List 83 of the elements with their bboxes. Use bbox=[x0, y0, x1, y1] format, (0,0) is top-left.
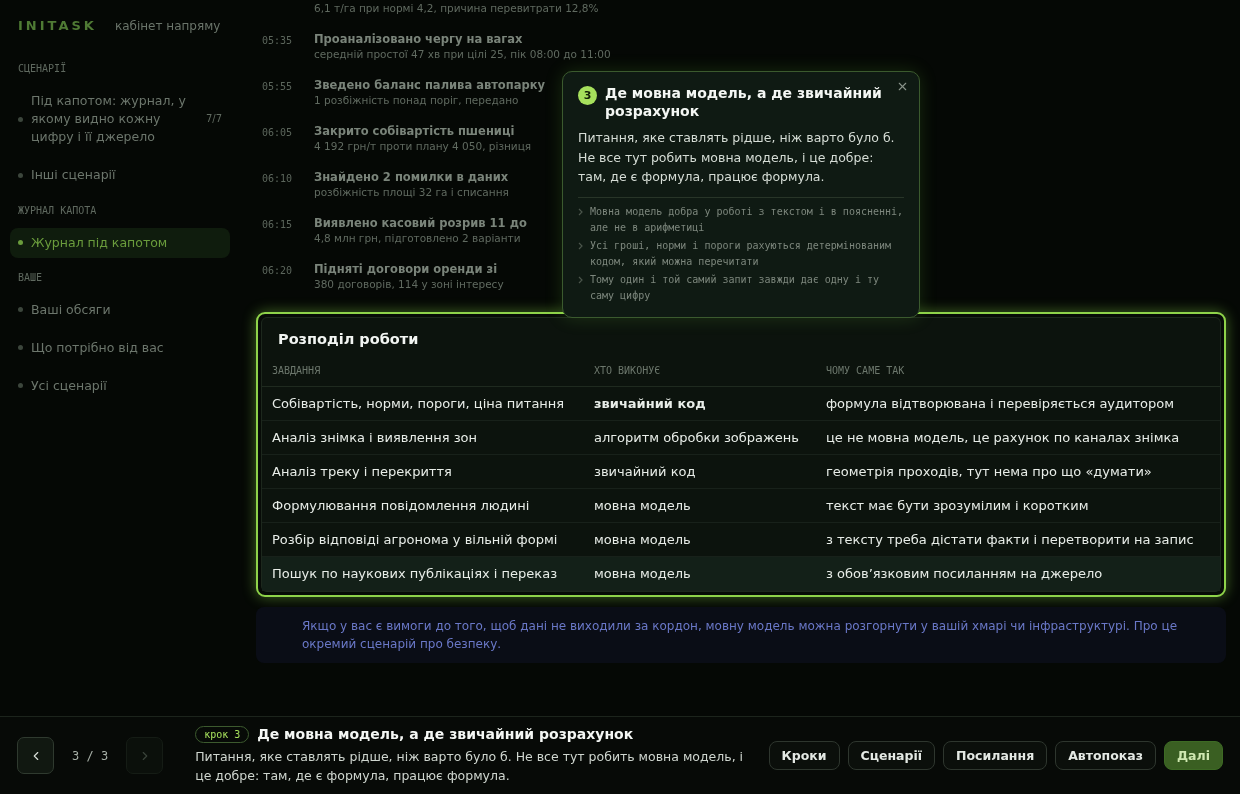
log-title: Підняті договори оренди зі bbox=[314, 262, 499, 276]
previous-button[interactable] bbox=[17, 737, 54, 774]
table-cell: Собівартість, норми, пороги, ціна питання bbox=[262, 387, 584, 421]
item-count: 7/7 bbox=[205, 111, 222, 126]
item-label: Що потрібно від вас bbox=[31, 338, 165, 357]
sidebar-item[interactable]: Журнал під капотом bbox=[10, 227, 230, 258]
popover-title: Де мовна модель, а де звичайний розрахунок bbox=[605, 84, 883, 121]
bullet-icon bbox=[18, 240, 23, 246]
item-label: Журнал під капотом bbox=[31, 233, 169, 252]
chevron-icon bbox=[578, 275, 584, 284]
log-note: 4 192 грн/т проти плану 4 050, різниця bbox=[314, 140, 533, 152]
table-cell: алгоритм обробки зображень bbox=[584, 421, 816, 455]
log-time: 06:20 bbox=[262, 264, 292, 278]
table-cell: це не мовна модель, це рахунок по каналах знімка bbox=[816, 421, 1220, 455]
log-title: Виявлено касовий розрив 11 до bbox=[314, 216, 528, 230]
tour-button[interactable]: Посилання bbox=[943, 741, 1048, 770]
log-note: 6,1 т/га при нормі 4,2, причина перевитрати 12,8% bbox=[314, 2, 599, 14]
log-title: Зведено баланс палива автопарку bbox=[314, 78, 546, 92]
column-header: ЧОМУ САМЕ ТАК bbox=[816, 355, 1220, 387]
table-cell: з обов’язковим посиланням на джерело bbox=[816, 557, 1220, 591]
item-label: Усі сценарії bbox=[31, 376, 108, 395]
popover-point: Тому один і той самий запит завжди дає одну і ту саму цифру bbox=[590, 272, 880, 303]
tour-button[interactable]: Сценарії bbox=[847, 741, 936, 770]
popover-text: Питання, яке ставлять рідше, ніж варто було б. Не все тут робить мовна модель, і це добре: там, де є формула, працює формула. bbox=[578, 129, 896, 187]
bullet-icon bbox=[18, 383, 23, 389]
chevron-icon bbox=[578, 207, 584, 216]
section-title: СЦЕНАРІЇ bbox=[17, 61, 68, 76]
log-note: 380 договорів, 114 у зоні інтересу bbox=[314, 278, 505, 290]
close-icon bbox=[896, 80, 909, 93]
bullet-icon bbox=[18, 116, 23, 122]
log-title: Знайдено 2 помилки в даних bbox=[314, 170, 510, 184]
sidebar-item[interactable]: Інші сценарії bbox=[10, 160, 230, 191]
log-title: Проаналізовано чергу на вагах bbox=[314, 32, 524, 46]
sidebar-item[interactable]: Що потрібно від вас bbox=[10, 332, 230, 363]
step-counter: 3 / 3 bbox=[72, 748, 109, 763]
brand-logo: INITASK bbox=[18, 18, 97, 33]
bullet-icon bbox=[18, 307, 23, 313]
tour-button[interactable]: Кроки bbox=[768, 741, 840, 770]
close-button[interactable] bbox=[896, 80, 909, 93]
log-time: 05:35 bbox=[262, 34, 292, 48]
log-time: 06:05 bbox=[262, 126, 292, 140]
table-cell: Аналіз треку і перекриття bbox=[262, 455, 584, 489]
step-title: Де мовна модель, а де звичайний розрахунок bbox=[257, 726, 634, 743]
log-note: 4,8 млн грн, підготовлено 2 варіанти bbox=[314, 232, 522, 244]
table-cell: мовна модель bbox=[584, 489, 816, 523]
item-label: Під капотом: журнал, у якому видно кожну цифру і її джерело bbox=[31, 92, 187, 147]
card-title: Розподіл роботи bbox=[277, 330, 420, 349]
table-cell: звичайний код bbox=[584, 455, 816, 489]
sidebar-item[interactable]: Ваші обсяги bbox=[10, 294, 230, 325]
table-cell: звичайний код bbox=[584, 387, 816, 421]
table-cell: мовна модель bbox=[584, 557, 816, 591]
log-title: Закрито собівартість пшениці bbox=[314, 124, 516, 138]
item-label: Інші сценарії bbox=[31, 166, 117, 185]
column-header: ЗАВДАННЯ bbox=[262, 355, 584, 387]
info-note: Якщо у вас є вимоги до того, щоб дані не виходили за кордон, мовну модель можна розгорнути у вашій хмарі чи інфраструктурі. Про це окремий сценарій про безпеку. bbox=[256, 607, 1226, 663]
log-time: 05:55 bbox=[262, 80, 292, 94]
column-header: ХТО ВИКОНУЄ bbox=[584, 355, 816, 387]
table-cell: формула відтворювана і перевіряється аудитором bbox=[816, 387, 1220, 421]
popover-point: Усі гроші, норми і пороги рахуються детермінованим кодом, який можна перечитати bbox=[590, 238, 893, 269]
table-cell: Аналіз знімка і виявлення зон bbox=[262, 421, 584, 455]
log-time: 06:15 bbox=[262, 218, 292, 232]
sidebar-item[interactable]: Усі сценарії bbox=[10, 370, 230, 401]
step-description: Питання, яке ставлять рідше, ніж варто було б. Не все тут робить мовна модель, і це добре: там, де є формула, працює формула. bbox=[195, 747, 745, 785]
table-cell: Формулювання повідомлення людині bbox=[262, 489, 584, 523]
log-note: 1 розбіжність понад поріг, передано bbox=[314, 94, 520, 106]
sidebar-item[interactable]: Під капотом: журнал, у якому видно кожну цифру і її джерело 7/7 bbox=[10, 86, 230, 153]
tour-button[interactable]: Автопоказ bbox=[1055, 741, 1156, 770]
section-title: ЖУРНАЛ КАПОТА bbox=[17, 203, 98, 218]
bullet-icon bbox=[18, 172, 23, 178]
step-number: 3 bbox=[578, 86, 597, 105]
chevron-icon bbox=[578, 241, 584, 250]
brand-subtitle: кабінет напряму bbox=[114, 19, 221, 33]
bullet-icon bbox=[18, 345, 23, 351]
table-cell: текст має бути зрозумілим і коротким bbox=[816, 489, 1220, 523]
item-label: Ваші обсяги bbox=[31, 300, 112, 319]
log-time: 06:10 bbox=[262, 172, 292, 186]
table-cell: геометрія проходів, тут нема про що «думати» bbox=[816, 455, 1220, 489]
popover-point: Мовна модель добра у роботі з текстом і в поясненні, але не в арифметиці bbox=[590, 204, 904, 235]
log-note: середній простої 47 хв при цілі 25, пік 08:00 до 11:00 bbox=[314, 48, 611, 60]
next-step-button[interactable]: Далі bbox=[1164, 741, 1223, 770]
log-note: розбіжність площі 32 га і списання bbox=[314, 186, 510, 198]
table-cell: Пошук по наукових публікаціях і переказ bbox=[262, 557, 584, 591]
section-title: ВАШЕ bbox=[17, 270, 44, 285]
